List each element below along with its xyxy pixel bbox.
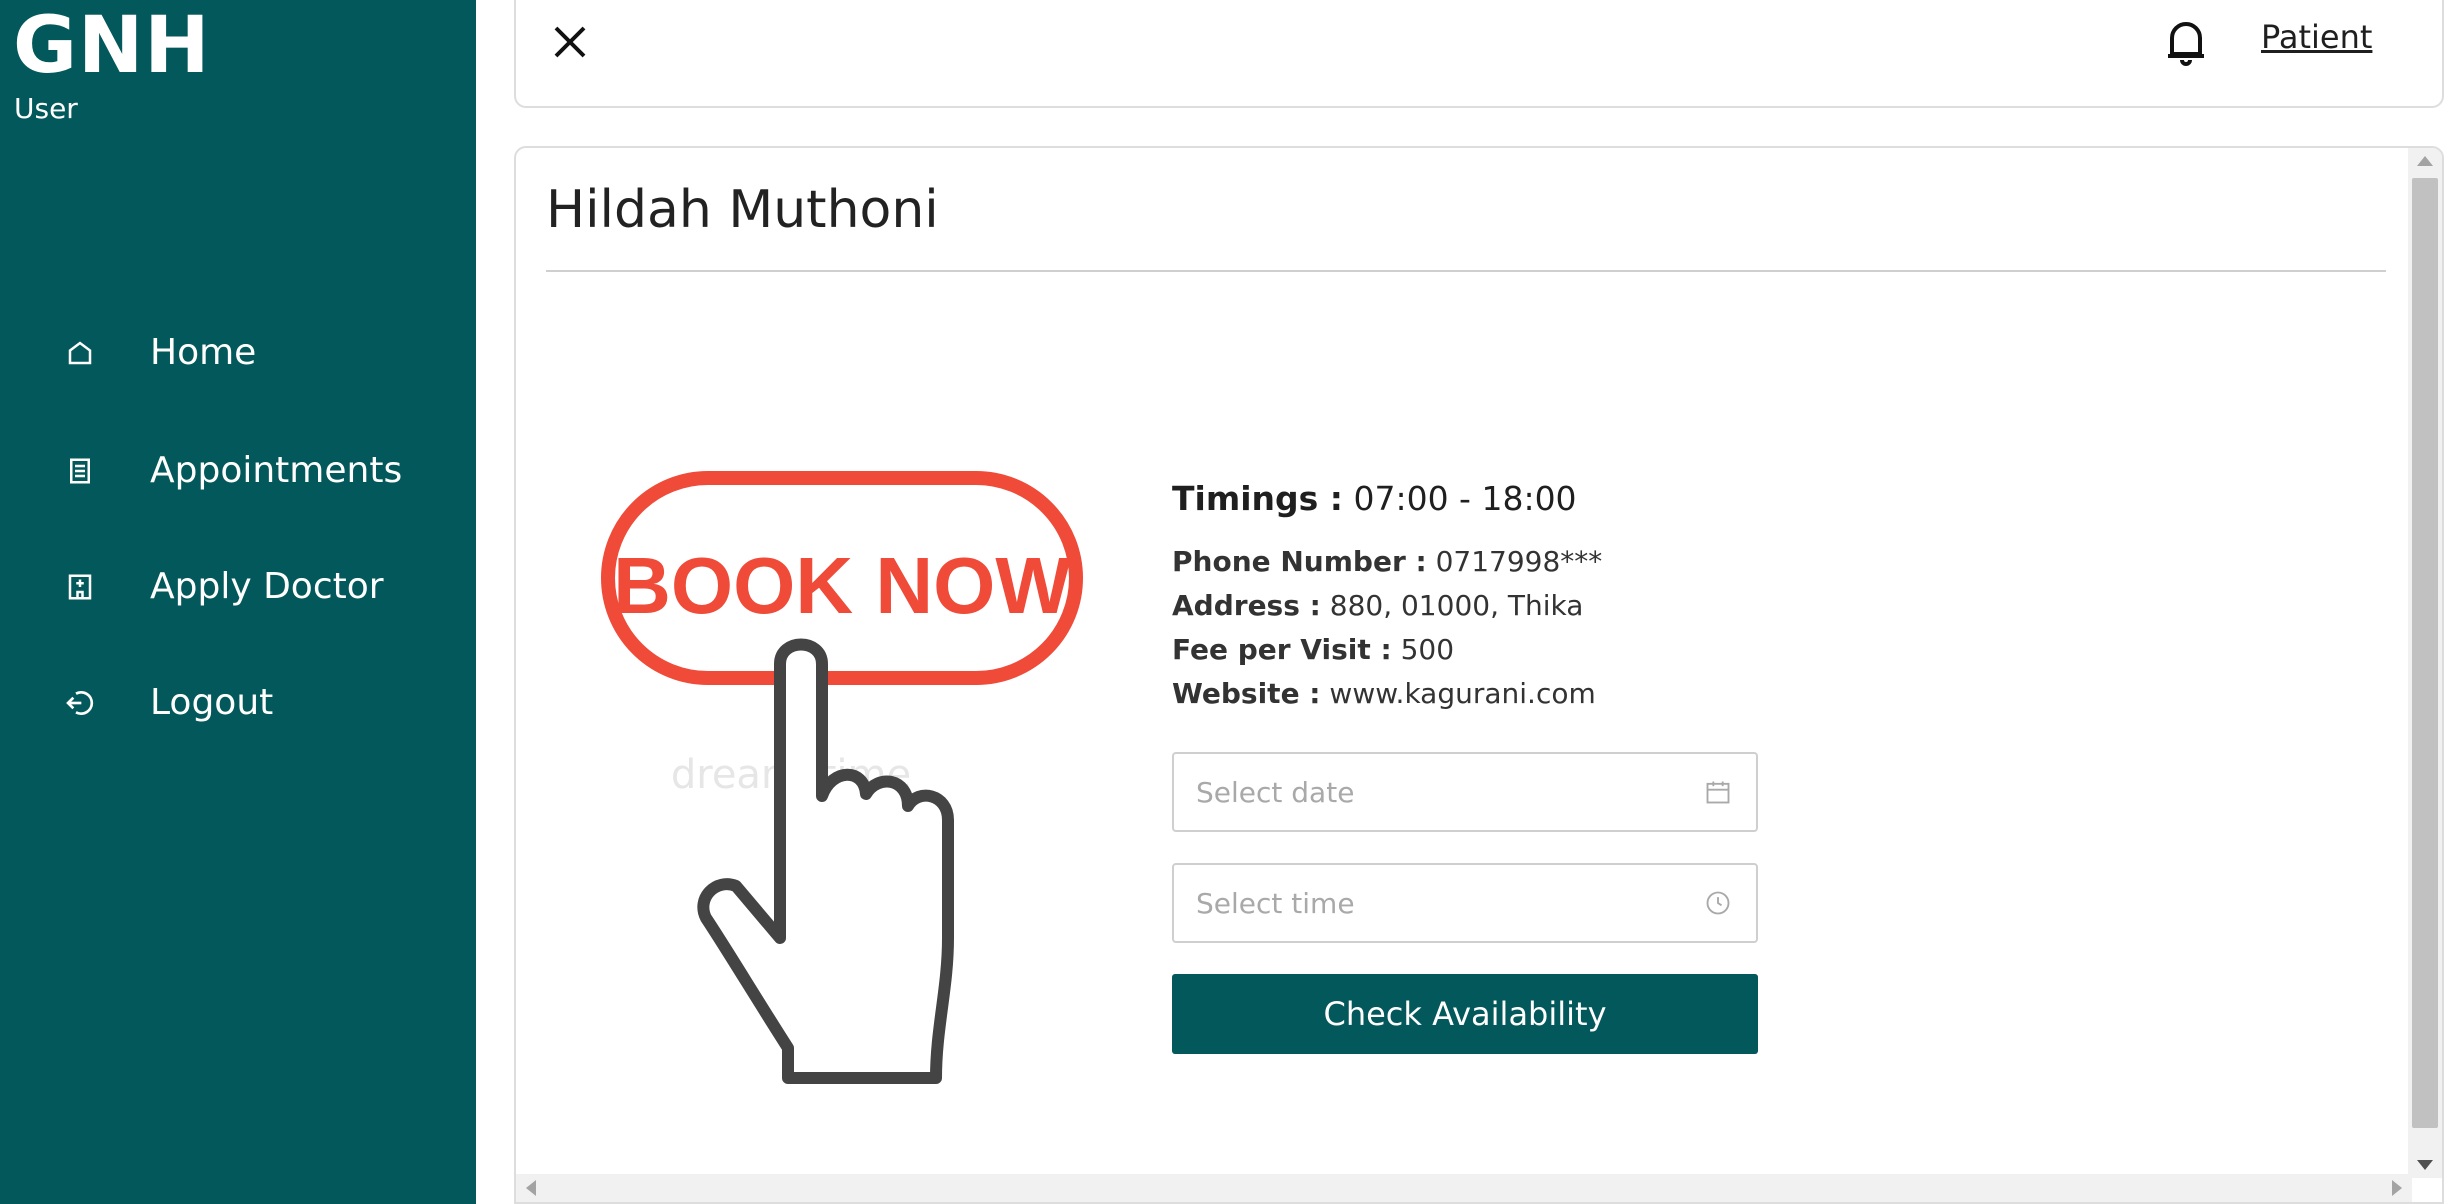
date-input[interactable]	[1196, 775, 1702, 809]
book-now-text: BOOK NOW	[613, 541, 1071, 630]
time-picker[interactable]	[1172, 863, 1758, 943]
sidebar-item-home[interactable]: Home	[60, 318, 440, 388]
vertical-scrollbar[interactable]	[2408, 148, 2442, 1178]
fee-value: 500	[1400, 633, 1455, 666]
timings-value: 07:00 - 18:00	[1353, 479, 1577, 518]
home-icon	[60, 333, 100, 373]
phone-label: Phone Number :	[1172, 545, 1427, 578]
address-row: Address : 880, 01000, Thika	[1172, 584, 1772, 628]
scroll-up-icon[interactable]	[2417, 156, 2433, 166]
timings: Timings : 07:00 - 18:00	[1172, 478, 1772, 520]
check-availability-button[interactable]: Check Availability	[1172, 974, 1758, 1054]
page-title: Hildah Muthoni	[546, 180, 939, 240]
logout-icon	[60, 683, 100, 723]
horizontal-scrollbar[interactable]	[516, 1174, 2412, 1202]
scrollbar-thumb[interactable]	[2412, 178, 2438, 1128]
phone-row: Phone Number : 0717998***	[1172, 540, 1772, 584]
website-label: Website :	[1172, 677, 1321, 710]
timings-label: Timings :	[1172, 479, 1343, 518]
list-icon	[60, 451, 100, 491]
doctor-card: Hildah Muthoni BOOK NOW dreamstime Timin…	[514, 146, 2444, 1204]
sidebar-item-apply-doctor[interactable]: Apply Doctor	[60, 552, 440, 622]
time-input[interactable]	[1196, 886, 1702, 920]
brand-logo: GNH	[13, 1, 211, 91]
scroll-down-icon[interactable]	[2417, 1160, 2433, 1170]
user-role: User	[14, 92, 78, 125]
sidebar-item-label: Home	[150, 332, 257, 373]
sidebar-item-label: Logout	[150, 682, 274, 723]
sidebar-item-appointments[interactable]: Appointments	[60, 436, 440, 506]
date-picker[interactable]	[1172, 752, 1758, 832]
divider	[546, 270, 2386, 272]
doctor-info: Timings : 07:00 - 18:00 Phone Number : 0…	[1172, 478, 1772, 716]
website-row: Website : www.kagurani.com	[1172, 672, 1772, 716]
fee-label: Fee per Visit :	[1172, 633, 1392, 666]
address-value: 880, 01000, Thika	[1329, 589, 1584, 622]
sidebar: GNH User Home Appointments Apply Doctor …	[0, 0, 476, 1204]
sidebar-item-label: Apply Doctor	[150, 566, 384, 607]
phone-value: 0717998***	[1435, 545, 1603, 578]
fee-row: Fee per Visit : 500	[1172, 628, 1772, 672]
top-bar: Patient	[514, 0, 2444, 108]
sidebar-item-label: Appointments	[150, 450, 403, 491]
clock-icon	[1702, 887, 1734, 919]
calendar-icon	[1702, 776, 1734, 808]
hospital-icon	[60, 567, 100, 607]
close-icon[interactable]	[546, 18, 594, 66]
address-label: Address :	[1172, 589, 1321, 622]
bell-icon[interactable]	[2156, 10, 2216, 70]
sidebar-item-logout[interactable]: Logout	[60, 668, 440, 738]
scroll-left-icon[interactable]	[526, 1180, 536, 1196]
website-value: www.kagurani.com	[1329, 677, 1596, 710]
book-now-image: BOOK NOW dreamstime	[596, 468, 1116, 1108]
patient-link[interactable]: Patient	[2261, 18, 2372, 56]
scroll-right-icon[interactable]	[2392, 1180, 2402, 1196]
